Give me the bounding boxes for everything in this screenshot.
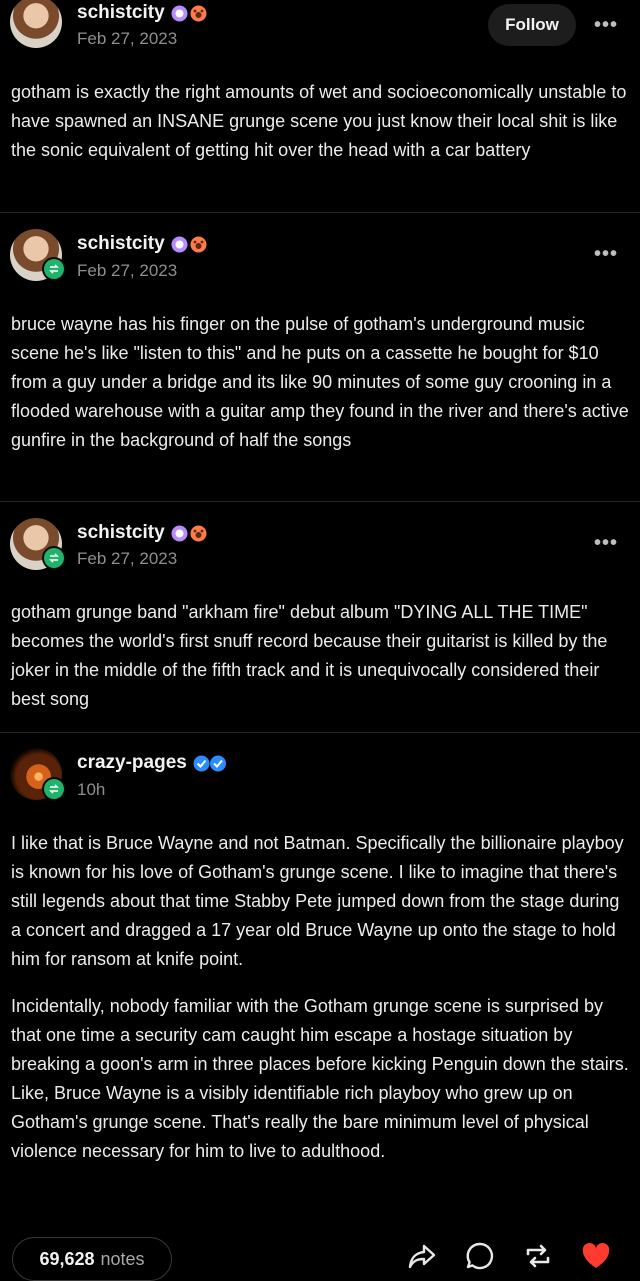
- post-2: schistcity Feb 27, 2023 ••• bruce wayne …: [0, 214, 640, 502]
- reblog-icon: [44, 779, 64, 799]
- share-icon[interactable]: [406, 1240, 438, 1272]
- reblog-badge: [42, 257, 66, 281]
- badge-icons: [171, 5, 207, 22]
- paw-badge-icon: [190, 525, 207, 541]
- more-options-icon[interactable]: •••: [594, 243, 618, 266]
- post-text: gotham is exactly the right amounts of w…: [11, 82, 627, 160]
- post-3: schistcity Feb 27, 2023 ••• gotham grung…: [0, 502, 640, 732]
- purple-circle-badge-icon: [171, 5, 188, 21]
- post-1: schistcity Feb 27, 2023 Follow ••• gotha…: [0, 0, 640, 214]
- post-paragraph-2: Incidentally, nobody familiar with the G…: [11, 996, 629, 1161]
- username[interactable]: schistcity: [77, 522, 207, 544]
- username[interactable]: schistcity: [77, 233, 207, 255]
- more-options-icon[interactable]: •••: [594, 14, 618, 37]
- reblog-badge: [42, 777, 66, 801]
- reblog-icon: [44, 259, 64, 279]
- reblog-icon[interactable]: [522, 1240, 554, 1272]
- post-date: Feb 27, 2023: [77, 549, 178, 568]
- username[interactable]: crazy-pages: [77, 752, 227, 774]
- paw-badge-icon: [190, 236, 207, 252]
- badge-icons: [171, 525, 207, 542]
- more-options-icon[interactable]: •••: [594, 532, 618, 555]
- notes-count-button[interactable]: 69,628 notes: [12, 1237, 172, 1281]
- verified-badge-icon: [193, 755, 226, 771]
- heart-icon[interactable]: [580, 1240, 612, 1272]
- reblog-badge: [42, 546, 66, 570]
- purple-circle-badge-icon: [171, 525, 188, 541]
- purple-circle-badge-icon: [171, 236, 188, 252]
- reblog-icon: [44, 548, 64, 568]
- paw-badge-icon: [190, 5, 207, 21]
- badge-icons: [171, 236, 207, 253]
- post-date: 10h: [77, 780, 106, 799]
- post-4: crazy-pages 10h I like that is Bruce Way…: [0, 733, 640, 1233]
- username[interactable]: schistcity: [77, 2, 207, 24]
- post-date: Feb 27, 2023: [77, 29, 178, 48]
- post-paragraph-1: I like that is Bruce Wayne and not Batma…: [11, 833, 624, 969]
- post-date: Feb 27, 2023: [77, 261, 178, 280]
- badge-icons: [193, 755, 227, 772]
- post-text: bruce wayne has his finger on the pulse …: [11, 314, 629, 450]
- follow-button[interactable]: Follow: [488, 4, 576, 46]
- post-text: gotham grunge band "arkham fire" debut a…: [11, 602, 608, 709]
- avatar[interactable]: [10, 0, 62, 48]
- divider: [0, 212, 640, 213]
- reply-icon[interactable]: [464, 1240, 496, 1272]
